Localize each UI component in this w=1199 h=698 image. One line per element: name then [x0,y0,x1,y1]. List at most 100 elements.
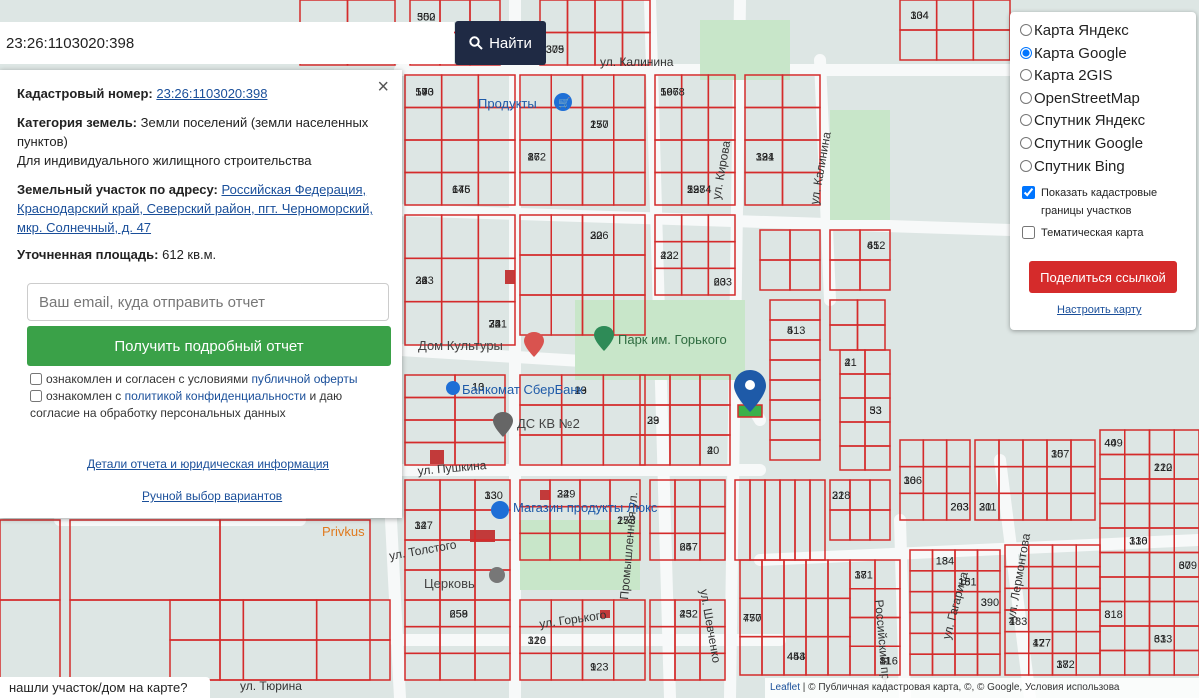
thematic-map-checkbox[interactable] [1022,226,1035,240]
layer-option[interactable]: Карта 2GIS [1020,65,1196,88]
layer-option[interactable]: Спутник Яндекс [1020,110,1196,133]
parcel-number: 390 [981,597,999,609]
parcel-number: 329 [557,488,575,500]
privacy-text: ознакомлен с [46,389,125,403]
poi-privkus[interactable]: Privkus [322,524,365,539]
layer-radio[interactable] [1020,114,1032,127]
parcel-number: 21 [845,357,857,369]
leaflet-link[interactable]: Leaflet [770,682,800,693]
poi-label: Дом Культуры [418,338,503,353]
share-link-button[interactable]: Поделиться ссылкой [1029,261,1177,293]
parcel-number: 259 [450,608,468,620]
layer-option[interactable]: Спутник Google [1020,133,1196,156]
layer-option-label: Карта Яндекс [1034,22,1129,39]
poi-label: ДС КВ №2 [517,416,580,431]
parcel-number: 170 [590,119,608,131]
parcel-number: 309 [1179,560,1197,572]
parcel-number: 175 [452,184,470,196]
poi-label: Privkus [322,524,365,539]
category-label: Категория земель: [17,115,138,130]
layer-radio[interactable] [1020,91,1032,104]
show-cadastral-row: Показать кадастровые границы участков [1020,184,1196,220]
parcel-number: 422 [660,250,678,262]
svg-text:🛒: 🛒 [558,96,570,109]
parcel-number: 409 [1104,437,1122,449]
parcel-number: 313 [1154,633,1172,645]
parcel-number: 172 [528,151,546,163]
base-layer-list: Карта Яндекс Карта Google Карта 2GIS OpenSt… [1020,20,1196,178]
layer-option[interactable]: Карта Яндекс [1020,20,1196,43]
parcel-info-panel: × Кадастровый номер: 23:26:1103020:398 К… [0,70,402,518]
poi-produkty[interactable]: 🛒 Продукты [478,93,572,111]
area-value: 612 кв.м. [162,247,217,262]
poi-label: Продукты [478,96,537,111]
parcel-number: 238 [687,184,705,196]
manual-selection-link[interactable]: Ручной выбор вариантов [142,489,282,503]
layer-option[interactable]: Спутник Bing [1020,156,1196,179]
search-button[interactable]: Найти [455,21,546,65]
search-button-label: Найти [489,34,532,52]
layer-radio[interactable] [1020,69,1032,82]
parcel-number: 318 [1104,609,1122,621]
layer-option-label: Спутник Google [1034,134,1144,152]
layer-radio[interactable] [1020,136,1032,149]
street-label: ул. Калинина [600,55,674,69]
thematic-map-label: Тематическая карта [1041,227,1144,240]
attribution-text: | © Публичная кадастровая карта, ©, © Go… [800,682,1120,693]
parcel-number: 306 [904,475,922,487]
search-icon [469,36,483,50]
parcel-number: 252 [680,608,698,620]
parcel-number: 307 [1051,448,1069,460]
parcel-number: 173 [415,86,433,98]
email-field[interactable] [27,283,389,321]
poi-sberbank[interactable]: Банкомат СберБанк [446,381,584,397]
found-parcel-question[interactable]: нашли участок/дом на карте? [0,677,210,698]
parcel-number: 203 [950,502,968,514]
parcel-number: 184 [936,555,954,567]
parcel-number: 53 [870,405,882,417]
map-attribution: Leaflet | © Публичная кадастровая карта,… [765,678,1199,698]
layer-option[interactable]: OpenStreetMap [1020,88,1196,111]
layer-option-label: Карта Google [1034,44,1127,62]
offer-link[interactable]: публичной оферты [251,372,357,386]
privacy-checkbox[interactable] [30,390,42,402]
parcel-number: 40 [707,445,719,457]
cadastral-label: Кадастровый номер: [17,86,153,101]
parcel-number: 126 [528,635,546,647]
parcel-number: 412 [867,240,885,252]
search-input[interactable] [0,22,454,64]
area-label: Уточненная площадь: [17,247,159,262]
parcel-number: 311 [979,502,997,514]
close-icon[interactable]: × [377,76,389,99]
layer-radio[interactable] [1020,46,1032,59]
poi-label: Банкомат СберБанк [462,382,584,397]
parcel-number: 328 [832,490,850,502]
parcel-number: 305 [546,44,564,56]
report-details-link[interactable]: Детали отчета и юридическая информация [87,457,329,471]
cadastral-number-link[interactable]: 23:26:1103020:398 [156,86,267,101]
parcel-number: 330 [485,490,503,502]
layer-option-label: OpenStreetMap [1034,89,1140,107]
parcel-number: 371 [855,569,873,581]
parcel-number: 444 [787,651,805,663]
layer-radio[interactable] [1020,24,1032,36]
show-cadastral-checkbox[interactable] [1022,186,1035,200]
usage-text: Для индивидуального жилищного строительс… [17,153,312,168]
poi-label: Церковь [424,576,475,591]
offer-checkbox[interactable] [30,373,42,385]
layer-option[interactable]: Карта Google [1020,43,1196,66]
offer-text: ознакомлен и согласен с условиями [46,372,252,386]
parcel-number: 323 [415,275,433,287]
setup-map-link[interactable]: Настроить карту [1057,304,1142,316]
parcel-number: 304 [910,10,928,22]
poi-label: Парк им. Горького [618,332,727,347]
parcel-number: 182 [1056,659,1074,671]
layer-radio[interactable] [1020,159,1032,172]
layer-option-label: Спутник Bing [1034,157,1125,175]
parcel-number: 123 [590,662,608,674]
privacy-link[interactable]: политикой конфиденциальности [125,389,306,403]
offer-agreement-row: ознакомлен и согласен с условиями публич… [30,371,357,388]
get-report-button[interactable]: Получить подробный отчет [27,326,391,366]
layer-option-label: Карта 2GIS [1034,67,1113,85]
parcel-number: 212 [1154,462,1172,474]
